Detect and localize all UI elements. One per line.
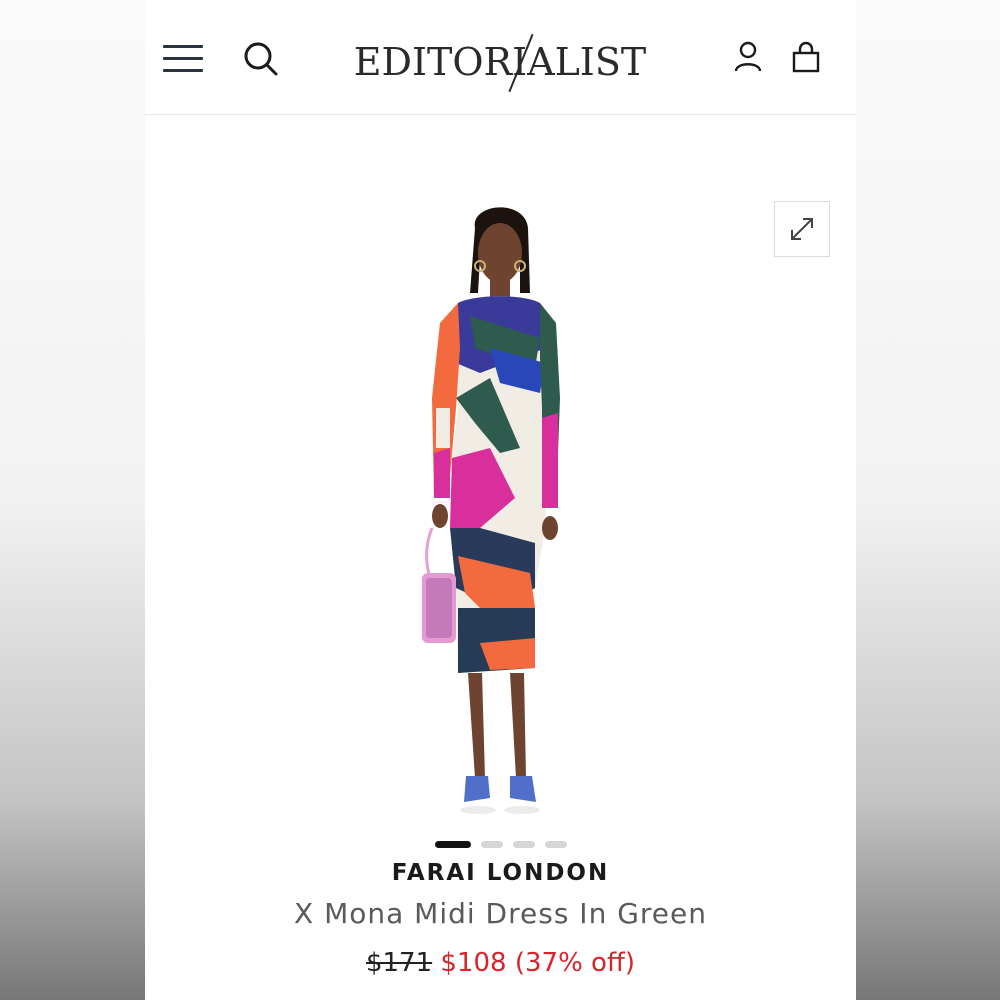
product-price: $171 $108 (37% off) — [145, 948, 856, 978]
background-left — [0, 0, 145, 1000]
carousel-dot-active[interactable] — [435, 841, 471, 848]
account-icon[interactable] — [733, 40, 763, 74]
expand-icon[interactable] — [774, 201, 830, 257]
carousel-dot[interactable] — [513, 841, 535, 848]
search-icon[interactable] — [242, 40, 280, 78]
product-name: X Mona Midi Dress In Green — [293, 897, 708, 930]
carousel-dot[interactable] — [481, 841, 503, 848]
discount-label: (37% off) — [514, 948, 636, 978]
product-page: EDITORIALIST FARAI LONDON X Mona Midi Dr… — [145, 0, 856, 1000]
original-price: $171 — [365, 948, 433, 978]
menu-icon[interactable] — [163, 42, 203, 76]
image-carousel-dots — [435, 841, 575, 851]
product-brand[interactable]: FARAI LONDON — [145, 860, 856, 886]
shopping-bag-icon[interactable] — [791, 40, 821, 74]
product-photo[interactable] — [370, 198, 620, 823]
background-right — [856, 0, 1000, 1000]
site-header: EDITORIALIST — [145, 0, 856, 115]
carousel-dot[interactable] — [545, 841, 567, 848]
sale-price: $108 — [440, 948, 507, 978]
site-logo[interactable]: EDITORIALIST — [325, 30, 675, 94]
